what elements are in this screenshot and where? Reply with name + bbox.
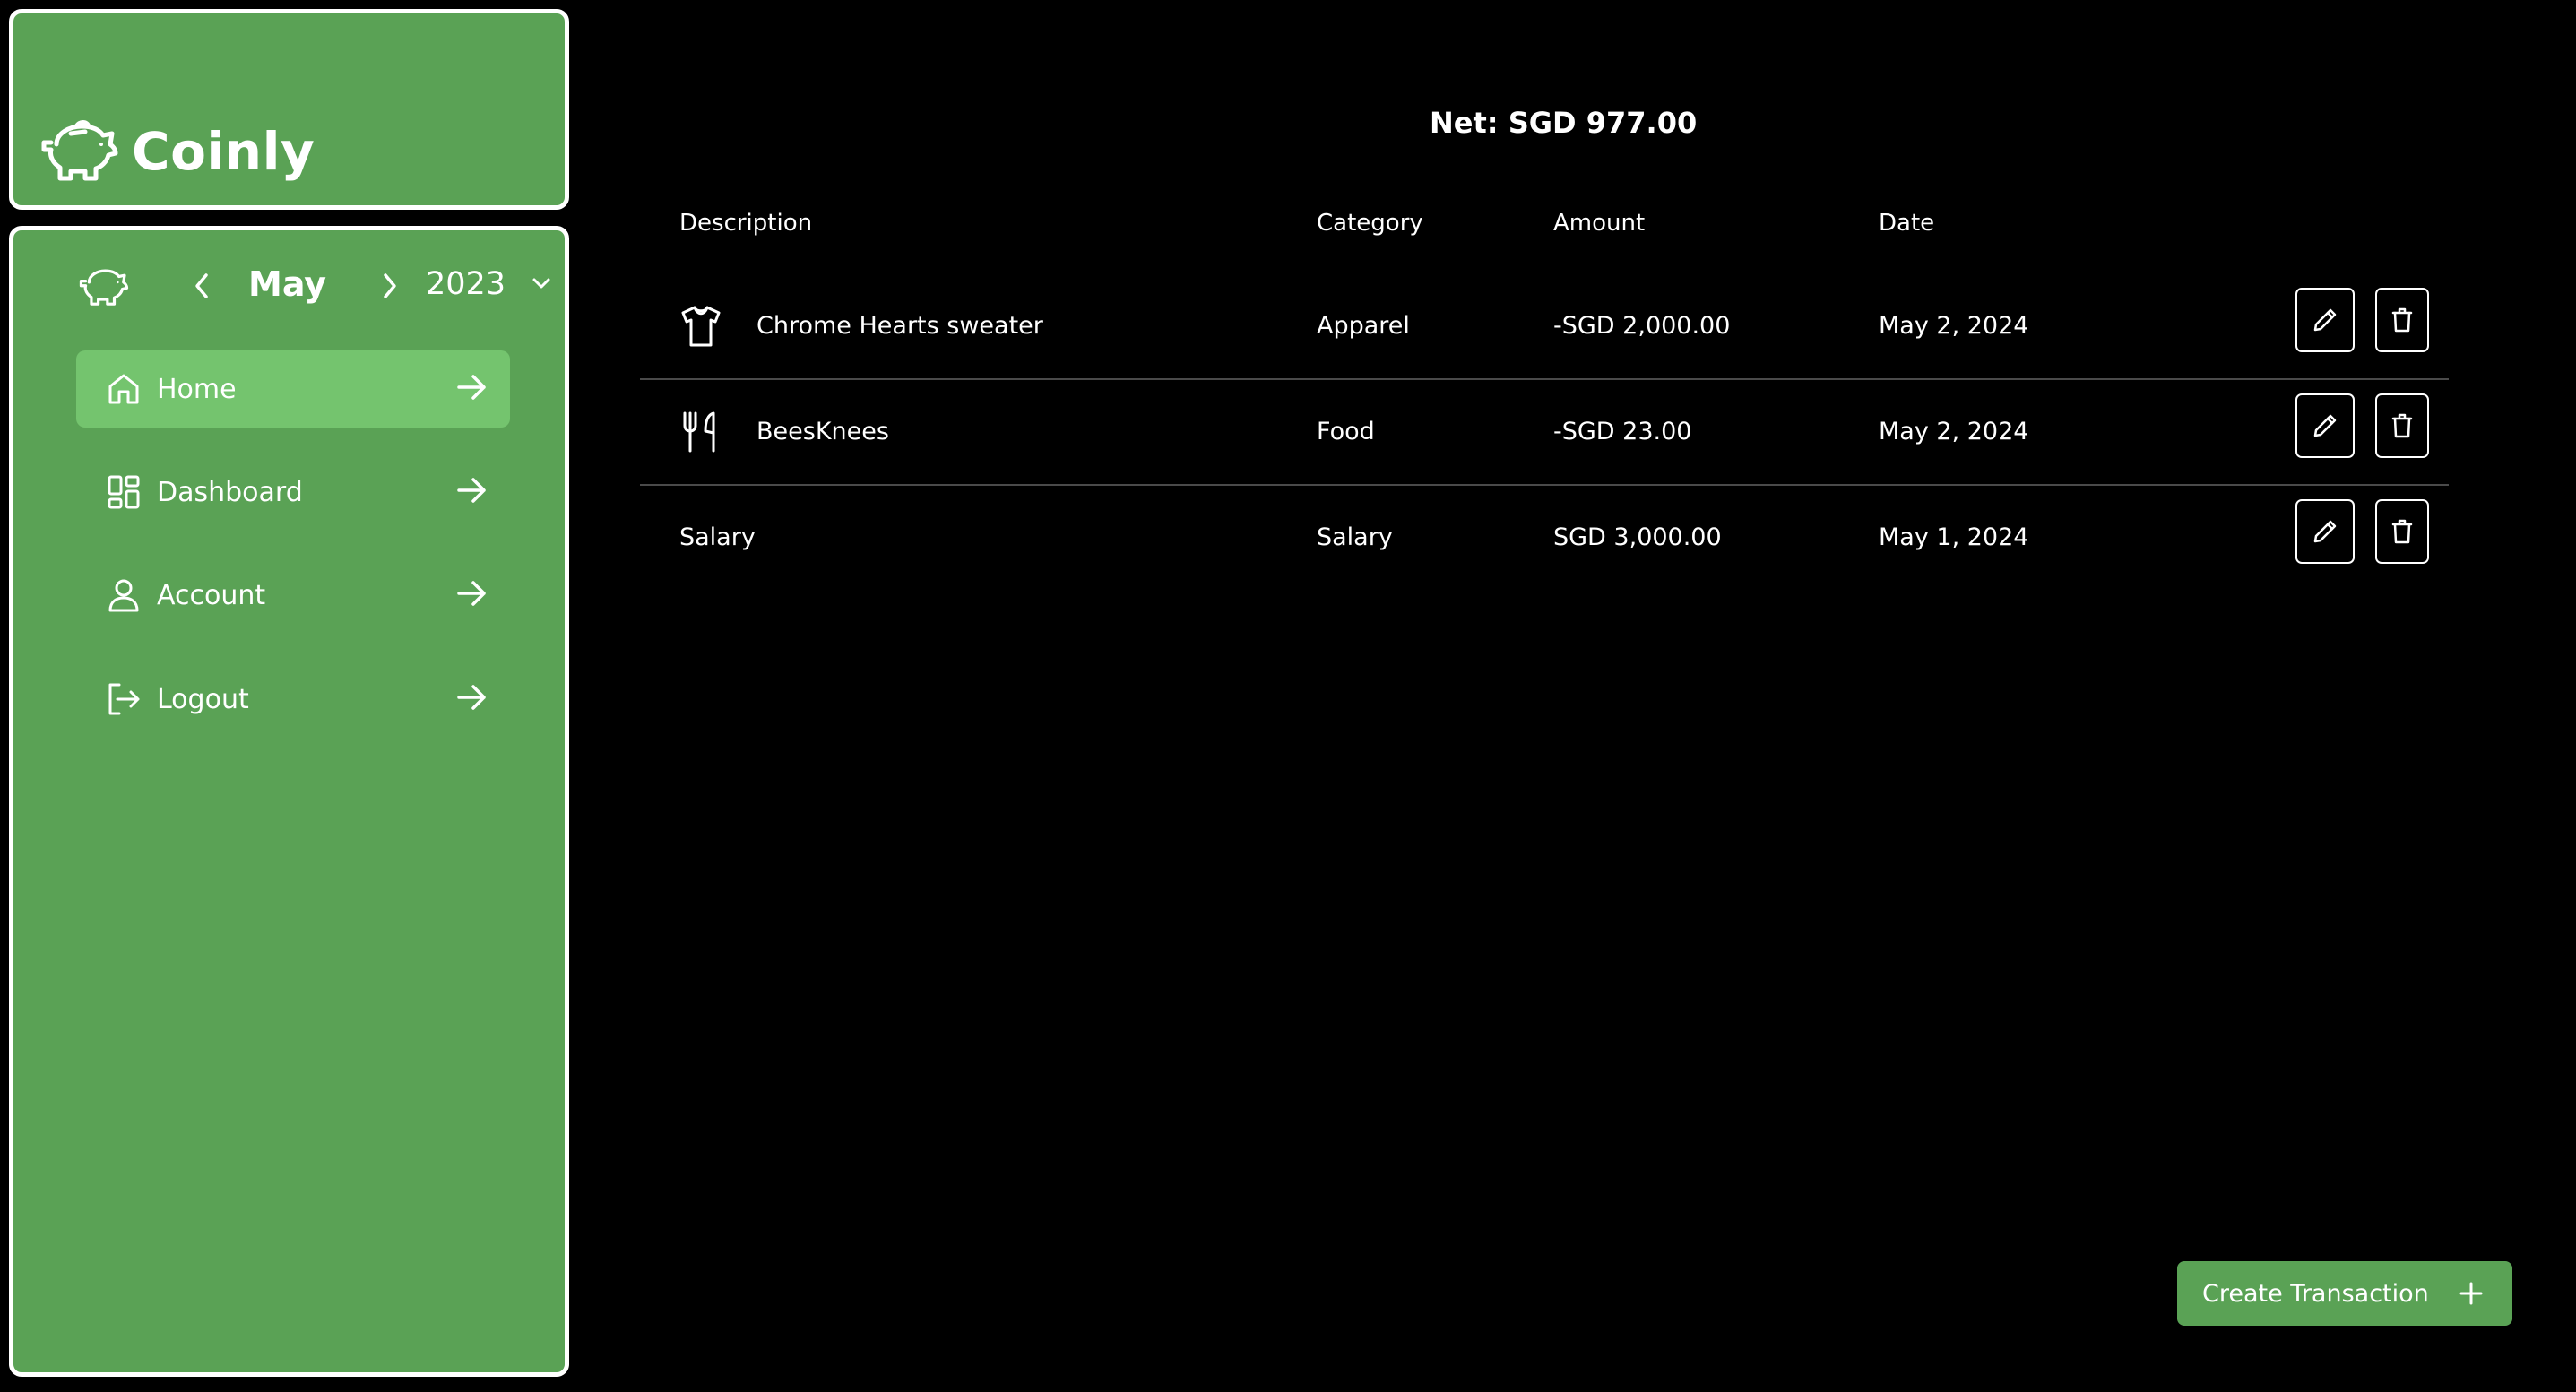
column-header-date: Date xyxy=(1879,210,1935,237)
app-root: Coinly May 2023 Home Dashboard Account L… xyxy=(0,0,2576,1392)
pencil-icon xyxy=(2313,414,2337,437)
sidebar-item-label: Home xyxy=(157,373,237,405)
edit-button[interactable] xyxy=(2295,288,2355,352)
transaction-date: May 2, 2024 xyxy=(1879,312,2029,340)
transaction-description: Salary xyxy=(679,523,756,551)
net-total: Net: SGD 977.00 xyxy=(1430,106,1698,140)
transaction-date: May 1, 2024 xyxy=(1879,523,2029,551)
brand[interactable]: Coinly xyxy=(40,119,315,184)
plus-icon xyxy=(2459,1281,2484,1306)
utensils-icon xyxy=(679,379,722,484)
edit-button[interactable] xyxy=(2295,393,2355,458)
logout-icon xyxy=(105,680,143,718)
create-transaction-label: Create Transaction xyxy=(2202,1279,2429,1308)
chevron-down-icon[interactable] xyxy=(532,277,551,290)
table-row: Chrome Hearts sweater Apparel -SGD 2,000… xyxy=(640,273,2449,380)
sidebar-item-account[interactable]: Account xyxy=(76,557,510,634)
next-month-button[interactable] xyxy=(379,270,401,302)
user-icon xyxy=(105,576,143,614)
arrow-right-icon xyxy=(454,576,488,610)
delete-button[interactable] xyxy=(2375,393,2429,458)
transaction-category: Apparel xyxy=(1317,312,1410,340)
edit-button[interactable] xyxy=(2295,499,2355,564)
trash-icon xyxy=(2391,307,2413,333)
transaction-description: BeesKnees xyxy=(756,418,889,445)
transaction-amount: SGD 3,000.00 xyxy=(1553,523,1722,551)
dashboard-grid-icon xyxy=(105,473,143,511)
transaction-category: Food xyxy=(1317,418,1375,445)
table-row: Salary Salary SGD 3,000.00 May 1, 2024 xyxy=(640,485,2449,590)
piggy-bank-icon xyxy=(40,119,119,184)
column-header-amount: Amount xyxy=(1553,210,1646,237)
shirt-icon xyxy=(679,273,722,378)
trash-icon xyxy=(2391,519,2413,544)
transaction-date: May 2, 2024 xyxy=(1879,418,2029,445)
arrow-right-icon xyxy=(454,473,488,507)
table-row: BeesKnees Food -SGD 23.00 May 2, 2024 xyxy=(640,379,2449,486)
sidebar-item-label: Account xyxy=(157,579,266,611)
delete-button[interactable] xyxy=(2375,499,2429,564)
pencil-icon xyxy=(2313,308,2337,332)
trash-icon xyxy=(2391,413,2413,438)
sidebar-item-home[interactable]: Home xyxy=(76,350,510,428)
prev-month-button[interactable] xyxy=(191,270,212,302)
transaction-description: Chrome Hearts sweater xyxy=(756,312,1043,340)
app-name: Coinly xyxy=(132,121,316,182)
transaction-amount: -SGD 2,000.00 xyxy=(1553,312,1731,340)
column-header-description: Description xyxy=(679,210,813,237)
arrow-right-icon xyxy=(454,680,488,714)
pencil-icon xyxy=(2313,520,2337,543)
month-label: May xyxy=(248,264,327,304)
sidebar: May 2023 Home Dashboard Account Logout xyxy=(9,226,569,1377)
year-select[interactable]: 2023 xyxy=(426,266,506,302)
sidebar-item-label: Dashboard xyxy=(157,476,303,508)
brand-panel: Coinly xyxy=(9,9,569,210)
column-header-category: Category xyxy=(1317,210,1423,237)
arrow-right-icon xyxy=(454,370,488,404)
transaction-amount: -SGD 23.00 xyxy=(1553,418,1692,445)
sidebar-item-logout[interactable]: Logout xyxy=(76,661,510,738)
home-icon xyxy=(105,370,143,408)
piggy-bank-icon xyxy=(78,266,130,307)
delete-button[interactable] xyxy=(2375,288,2429,352)
sidebar-item-label: Logout xyxy=(157,683,249,715)
transaction-category: Salary xyxy=(1317,523,1393,551)
sidebar-item-dashboard[interactable]: Dashboard xyxy=(76,454,510,531)
create-transaction-button[interactable]: Create Transaction xyxy=(2177,1261,2512,1326)
month-selector: May 2023 xyxy=(13,257,565,315)
